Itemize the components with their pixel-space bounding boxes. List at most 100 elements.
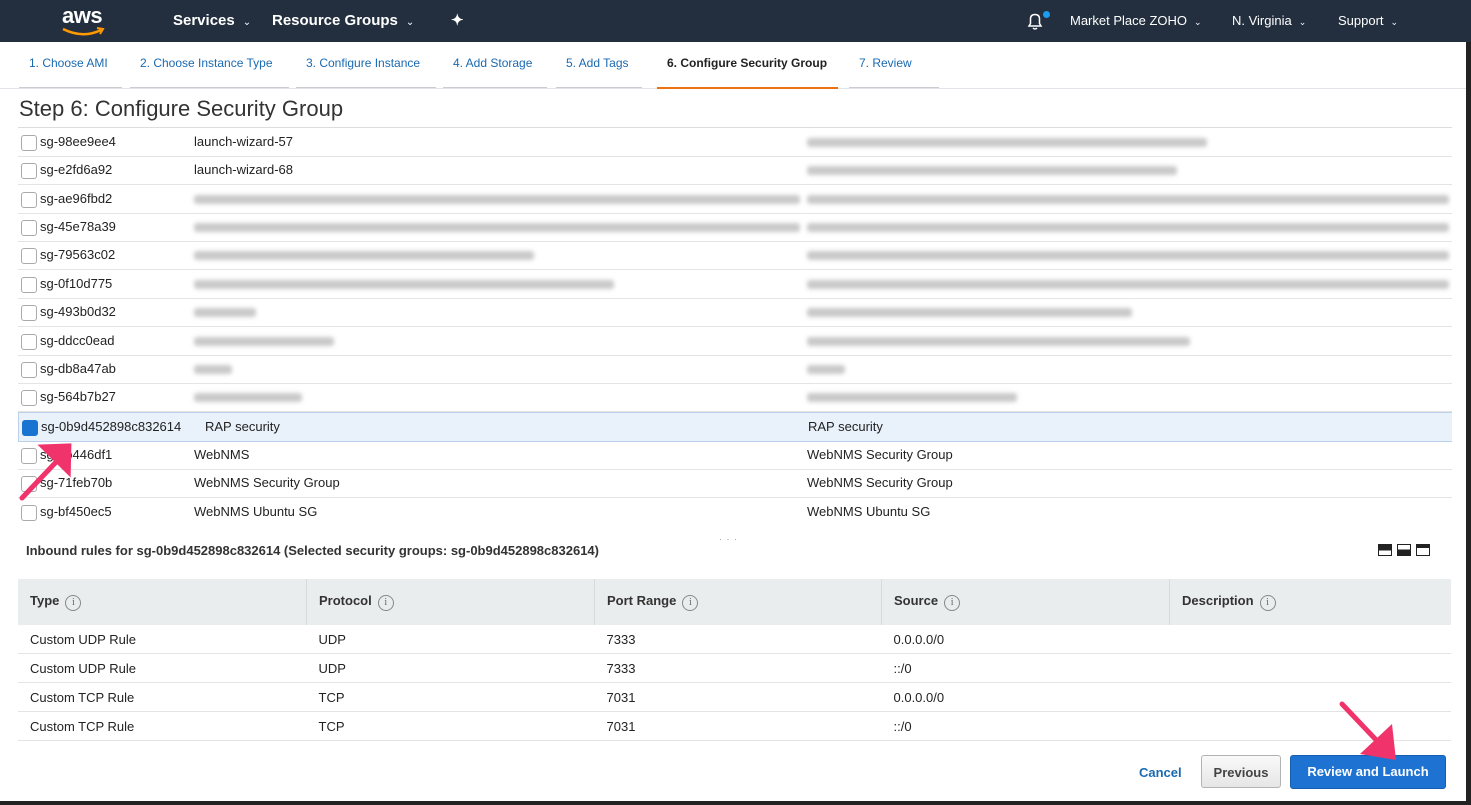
sg-row[interactable]: sg-e2fd6a92 launch-wizard-68: [18, 156, 1452, 185]
redacted-name: [194, 365, 232, 374]
step-configure-security-group[interactable]: 6. Configure Security Group: [657, 56, 838, 89]
sg-row[interactable]: sg-ddcc0ead: [18, 327, 1452, 356]
column-header-description[interactable]: Description i: [1169, 579, 1451, 625]
resource-groups-menu[interactable]: Resource Groups ⌄: [272, 0, 414, 42]
step-review[interactable]: 7. Review: [849, 56, 939, 88]
support-label: Support: [1338, 13, 1384, 28]
sg-row[interactable]: sg-71feb70b WebNMS Security Group WebNMS…: [18, 469, 1452, 498]
info-icon[interactable]: i: [377, 595, 394, 611]
account-menu[interactable]: Market Place ZOHO ⌄: [1070, 0, 1202, 42]
sg-id: sg-db8a47ab: [40, 361, 116, 376]
redacted-name: [194, 393, 302, 402]
rule-protocol: UDP: [306, 653, 595, 683]
review-and-launch-button[interactable]: Review and Launch: [1290, 755, 1446, 789]
region-menu[interactable]: N. Virginia ⌄: [1232, 0, 1306, 42]
layout-split-bottom-icon[interactable]: [1397, 544, 1411, 556]
pin-icon[interactable]: ✦: [451, 0, 464, 42]
redacted-description: [807, 280, 1449, 289]
sg-row[interactable]: sg-79563c02: [18, 241, 1452, 270]
layout-split-top-icon[interactable]: [1378, 544, 1392, 556]
column-header-protocol[interactable]: Protocol i: [306, 579, 595, 625]
sg-checkbox[interactable]: [21, 220, 37, 236]
step-label: 2. Choose Instance Type: [140, 56, 273, 70]
sg-id: sg-ae96fbd2: [40, 191, 113, 206]
step-add-storage[interactable]: 4. Add Storage: [443, 56, 547, 88]
sg-checkbox[interactable]: [21, 277, 37, 293]
sg-checkbox[interactable]: [21, 448, 37, 464]
sg-row[interactable]: sg-45e78a39: [18, 213, 1452, 242]
redacted-description: [807, 365, 845, 374]
redacted-description: [807, 223, 1449, 232]
rule-description: [1169, 653, 1451, 683]
services-menu[interactable]: Services ⌄: [173, 0, 251, 42]
wizard-steps: 1. Choose AMI 2. Choose Instance Type 3.…: [0, 42, 1471, 89]
step-choose-instance-type[interactable]: 2. Choose Instance Type: [130, 56, 289, 88]
redacted-description: [807, 337, 1190, 346]
step-configure-instance[interactable]: 3. Configure Instance: [296, 56, 436, 88]
support-menu[interactable]: Support ⌄: [1338, 0, 1398, 42]
info-icon[interactable]: i: [944, 595, 961, 611]
rule-port-range: 7031: [594, 711, 882, 741]
step-choose-ami[interactable]: 1. Choose AMI: [19, 56, 122, 88]
sg-checkbox[interactable]: [21, 305, 37, 321]
sg-row[interactable]: sg-0f10d775: [18, 270, 1452, 299]
cancel-button[interactable]: Cancel: [1139, 765, 1182, 780]
sg-checkbox[interactable]: [21, 135, 37, 151]
step-label: 5. Add Tags: [566, 56, 629, 70]
layout-full-icon[interactable]: [1416, 544, 1430, 556]
column-label: Description: [1182, 593, 1254, 608]
redacted-name: [194, 195, 800, 204]
sg-row[interactable]: sg-98ee9ee4 launch-wizard-57: [18, 128, 1452, 157]
aws-logo[interactable]: aws: [58, 2, 116, 38]
sg-id: sg-e2fd6a92: [40, 162, 113, 177]
column-label: Protocol: [319, 593, 372, 608]
step-add-tags[interactable]: 5. Add Tags: [556, 56, 642, 88]
sg-checkbox[interactable]: [21, 334, 37, 350]
table-row: Custom UDP Rule UDP 7333 0.0.0.0/0: [18, 625, 1451, 654]
info-icon[interactable]: i: [682, 595, 699, 611]
sg-row[interactable]: sg-564b7b27: [18, 383, 1452, 412]
chevron-down-icon: ⌄: [1298, 17, 1307, 27]
redacted-name: [194, 280, 614, 289]
rule-source: ::/0: [881, 711, 1170, 741]
step-label: 4. Add Storage: [453, 56, 533, 70]
pane-resize-handle[interactable]: · · ·: [719, 534, 738, 544]
aws-smile-icon: [62, 27, 105, 36]
sg-checkbox[interactable]: [21, 390, 37, 406]
rule-port-range: 7031: [594, 682, 882, 712]
info-icon[interactable]: i: [1259, 595, 1276, 611]
rule-description: [1169, 711, 1451, 741]
sg-checkbox[interactable]: [21, 476, 37, 492]
table-row: Custom TCP Rule TCP 7031 ::/0: [18, 711, 1451, 741]
redacted-name: [194, 308, 256, 317]
sg-row[interactable]: sg-493b0d32: [18, 298, 1452, 327]
sg-id: sg-0f10d775: [40, 276, 113, 291]
column-header-port-range[interactable]: Port Range i: [594, 579, 882, 625]
sg-name: WebNMS: [194, 447, 250, 462]
column-header-type[interactable]: Type i: [18, 579, 307, 625]
window-edge: [0, 801, 1471, 805]
sg-row-selected[interactable]: sg-0b9d452898c832614 RAP security RAP se…: [18, 412, 1452, 442]
sg-checkbox[interactable]: [21, 192, 37, 208]
rule-protocol: TCP: [306, 711, 595, 741]
sg-checkbox[interactable]: [21, 163, 37, 179]
sg-checkbox[interactable]: [21, 505, 37, 521]
sg-checkbox-checked[interactable]: [22, 420, 38, 436]
sg-checkbox[interactable]: [21, 362, 37, 378]
sg-row[interactable]: sg-bf450ec5 WebNMS Ubuntu SG WebNMS Ubun…: [18, 498, 1452, 526]
sg-row[interactable]: sg-5b446df1 WebNMS WebNMS Security Group: [18, 441, 1452, 470]
sg-description: WebNMS Ubuntu SG: [807, 504, 931, 519]
redacted-name: [194, 337, 334, 346]
sg-id: sg-bf450ec5: [40, 504, 112, 519]
sg-name: launch-wizard-57: [194, 134, 293, 149]
resource-groups-label: Resource Groups: [272, 12, 398, 29]
pin-glyph: ✦: [451, 12, 464, 29]
sg-row[interactable]: sg-db8a47ab: [18, 355, 1452, 384]
sg-id: sg-45e78a39: [40, 219, 116, 234]
sg-row[interactable]: sg-ae96fbd2: [18, 185, 1452, 214]
column-header-source[interactable]: Source i: [881, 579, 1170, 625]
previous-button[interactable]: Previous: [1201, 755, 1281, 788]
info-icon[interactable]: i: [65, 595, 82, 611]
security-group-list: sg-98ee9ee4 launch-wizard-57 sg-e2fd6a92…: [18, 127, 1452, 526]
sg-checkbox[interactable]: [21, 248, 37, 264]
